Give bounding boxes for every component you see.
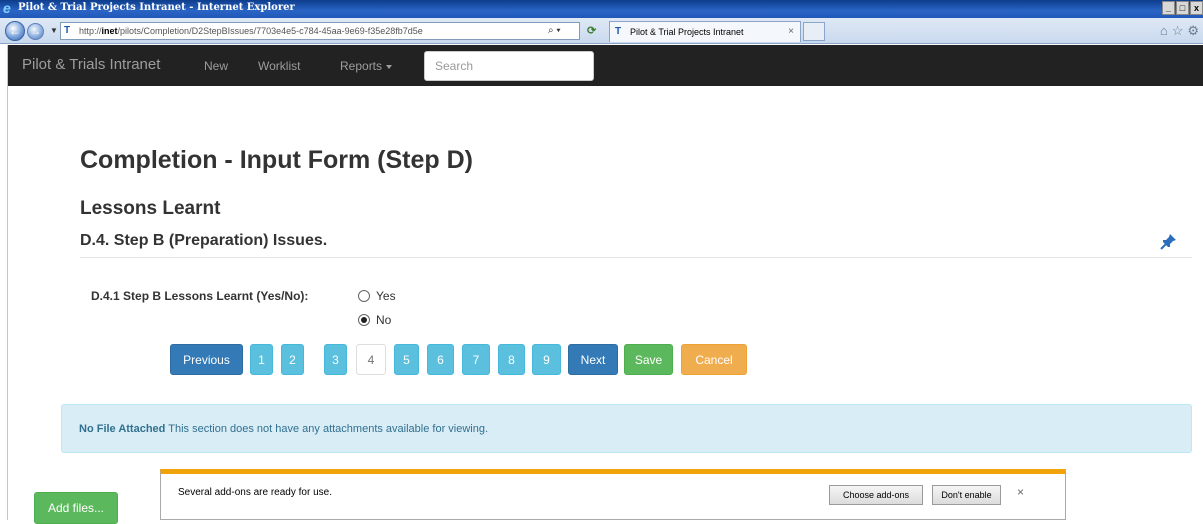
attachments-alert-strong: No File Attached	[79, 423, 166, 435]
browser-title-bar: e Pilot & Trial Projects Intranet - Inte…	[0, 0, 1203, 18]
page-9-button[interactable]: 9	[532, 344, 561, 375]
subsection-title: D.4. Step B (Preparation) Issues.	[80, 232, 328, 249]
search-icon[interactable]: ⌕ ▾	[548, 23, 578, 39]
new-tab-button[interactable]	[803, 22, 825, 41]
page-8-button[interactable]: 8	[498, 344, 525, 375]
notification-text: Several add-ons are ready for use.	[178, 487, 332, 498]
browser-tab-label: Pilot & Trial Projects Intranet	[630, 27, 744, 37]
radio-yes-circle[interactable]	[358, 290, 370, 302]
maximize-button[interactable]: □	[1176, 1, 1189, 15]
browser-tab[interactable]: T Pilot & Trial Projects Intranet ×	[609, 21, 801, 42]
browser-address-row: ← → ▼ T http://inet/pilots/Completion/D2…	[0, 18, 1203, 44]
next-button[interactable]: Next	[568, 344, 618, 375]
internet-explorer-icon: e	[3, 0, 11, 16]
page-5-button[interactable]: 5	[394, 344, 419, 375]
dont-enable-button[interactable]: Don't enable	[932, 485, 1001, 505]
pin-icon[interactable]	[1160, 232, 1178, 250]
close-tab-icon[interactable]: ×	[788, 22, 794, 42]
previous-button[interactable]: Previous	[170, 344, 243, 375]
section-title: Lessons Learnt	[80, 198, 221, 219]
address-path: /pilots/Completion/D2StepBIssues/7703e4e…	[117, 26, 423, 36]
forward-icon[interactable]: →	[27, 23, 44, 40]
address-host: inet	[101, 26, 118, 36]
radio-yes-label: Yes	[376, 289, 396, 303]
address-prefix: http://	[79, 26, 102, 36]
back-icon[interactable]: ←	[5, 21, 25, 41]
favorites-star-icon[interactable]: ☆	[1172, 23, 1184, 39]
page-2-button[interactable]: 2	[281, 344, 304, 375]
cancel-button[interactable]: Cancel	[681, 344, 747, 375]
home-icon[interactable]: ⌂	[1160, 23, 1168, 39]
site-favicon-icon: T	[64, 25, 71, 36]
page-6-button[interactable]: 6	[427, 344, 454, 375]
page-7-button[interactable]: 7	[462, 344, 490, 375]
radio-no-label: No	[376, 313, 392, 327]
choose-addons-button[interactable]: Choose add-ons	[829, 485, 923, 505]
page-4-button[interactable]: 4	[356, 344, 386, 375]
refresh-icon[interactable]: ⟳	[587, 23, 603, 39]
site-favicon-icon: T	[615, 26, 622, 37]
window-controls: _ □ x	[1162, 1, 1203, 15]
tools-gear-icon[interactable]: ⚙	[1187, 23, 1199, 39]
page-3-button[interactable]: 3	[324, 344, 347, 375]
close-window-button[interactable]: x	[1190, 1, 1203, 15]
nav-new-link[interactable]: New	[204, 59, 228, 73]
attachments-alert-text: This section does not have any attachmen…	[165, 423, 489, 435]
page-1-button[interactable]: 1	[250, 344, 273, 375]
page-title: Completion - Input Form (Step D)	[80, 146, 474, 174]
save-button[interactable]: Save	[624, 344, 673, 375]
attachments-alert: No File Attached This section does not h…	[61, 404, 1192, 453]
search-input[interactable]	[424, 51, 594, 81]
nav-reports-dropdown[interactable]: Reports	[340, 59, 393, 73]
app-navbar: Pilot & Trials Intranet New Worklist Rep…	[8, 45, 1203, 86]
close-icon[interactable]: ×	[1017, 485, 1024, 499]
addons-notification-bar: Several add-ons are ready for use. Choos…	[160, 469, 1066, 520]
minimize-button[interactable]: _	[1162, 1, 1175, 15]
window-title: Pilot & Trial Projects Intranet - Intern…	[18, 2, 295, 13]
radio-no-circle[interactable]	[358, 314, 370, 326]
nav-reports-label: Reports	[340, 59, 383, 73]
radio-yes[interactable]: Yes	[358, 289, 396, 303]
section-divider	[80, 257, 1192, 258]
browser-left-edge	[0, 45, 8, 520]
browser-tool-icons: ⌂ ☆ ⚙	[1160, 23, 1199, 39]
nav-worklist-link[interactable]: Worklist	[258, 59, 300, 73]
history-dropdown-icon[interactable]: ▼	[50, 26, 58, 35]
address-bar[interactable]: T http://inet/pilots/Completion/D2StepBI…	[60, 22, 580, 40]
question-label: D.4.1 Step B Lessons Learnt (Yes/No):	[91, 289, 309, 303]
navbar-brand[interactable]: Pilot & Trials Intranet	[22, 56, 160, 73]
caret-down-icon	[386, 64, 393, 69]
radio-no[interactable]: No	[358, 313, 391, 327]
add-files-button[interactable]: Add files...	[34, 492, 118, 524]
